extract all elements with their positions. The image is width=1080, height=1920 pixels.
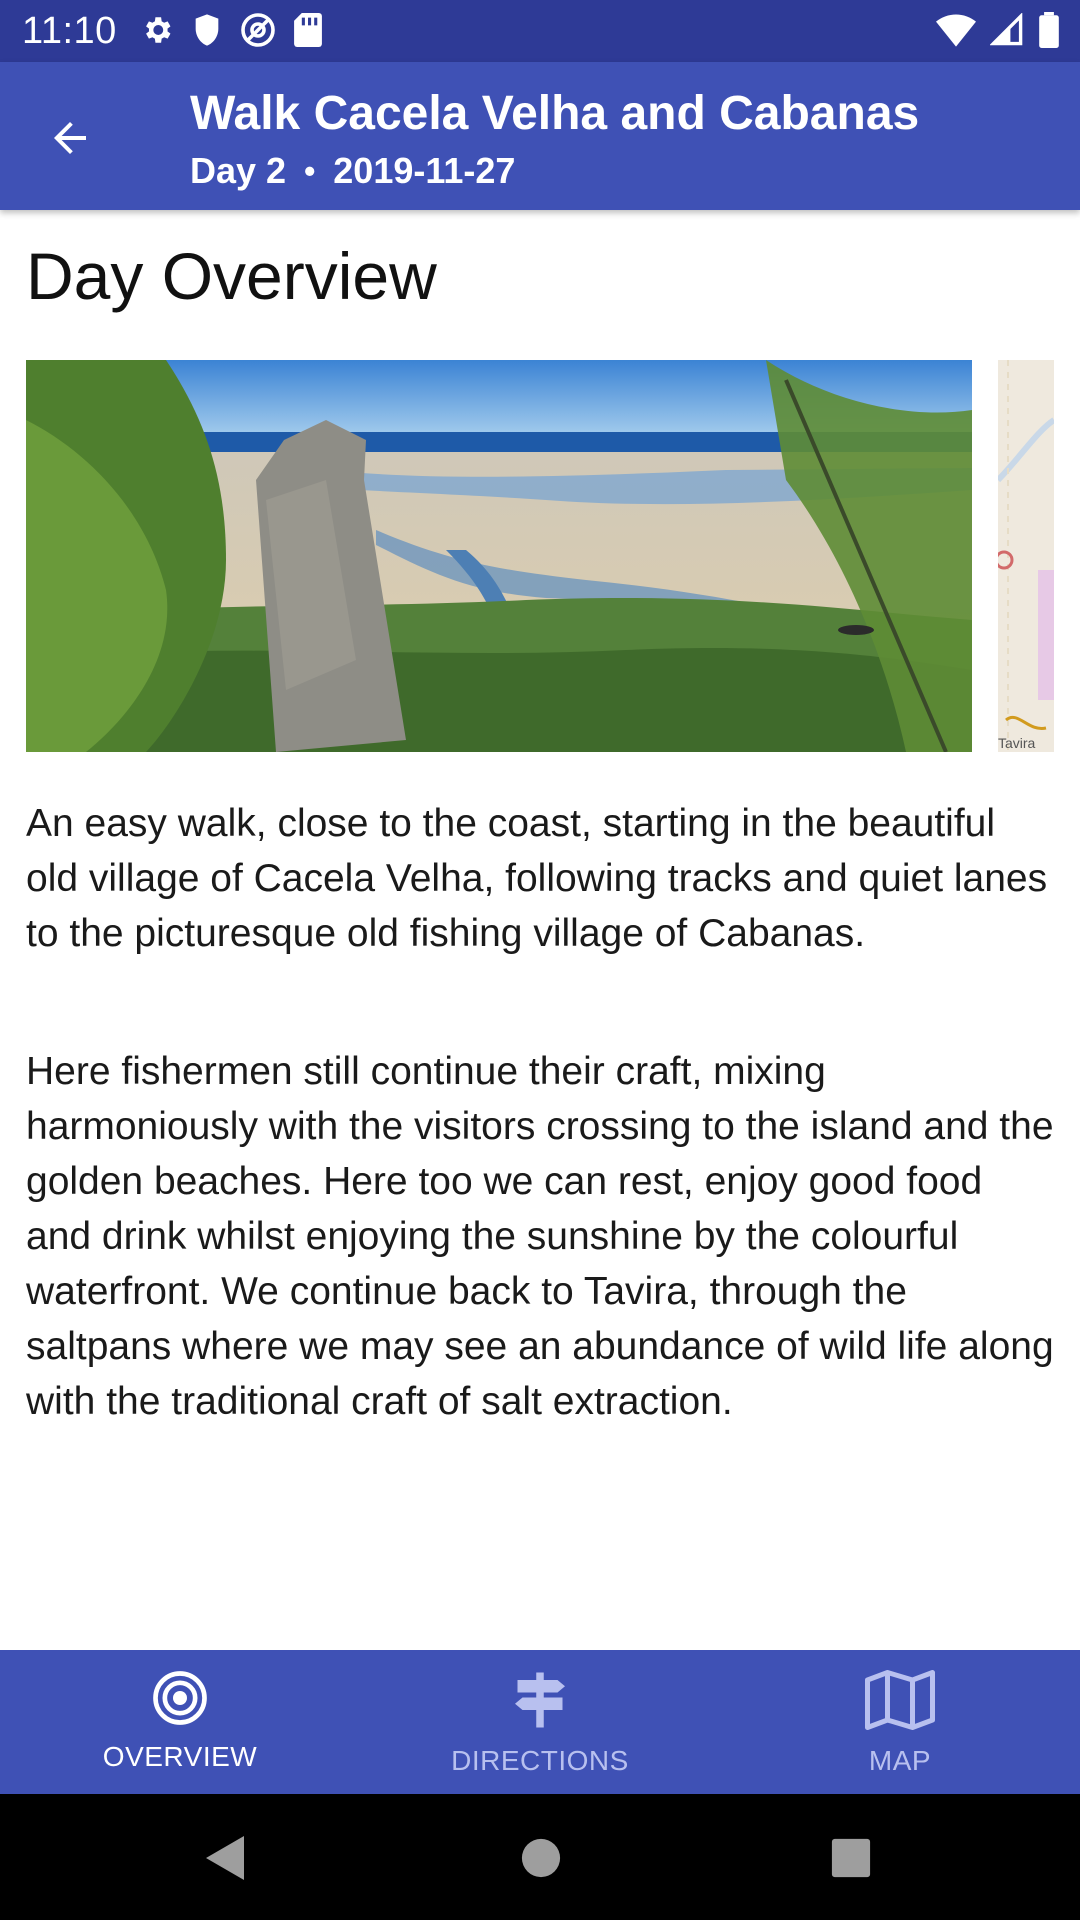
system-back-button[interactable]: [204, 1834, 248, 1887]
status-time: 11:10: [22, 10, 117, 52]
battery-icon: [1038, 12, 1060, 53]
bottom-navigation: OVERVIEW DIRECTIONS MAP: [0, 1650, 1080, 1794]
day-label: Day 2: [190, 150, 287, 191]
day-subtitle: Day 2 • 2019-11-27: [190, 150, 515, 192]
target-icon: [152, 1670, 208, 1731]
gallery-photo-coast[interactable]: [26, 360, 972, 752]
system-navigation-bar: [0, 1794, 1080, 1920]
status-icons-right: [936, 12, 1060, 53]
gallery-map-thumbnail[interactable]: Tavira: [998, 360, 1054, 752]
overview-paragraph-1: An easy walk, close to the coast, starti…: [26, 802, 1048, 955]
image-gallery[interactable]: Tavira: [26, 360, 1080, 752]
back-button[interactable]: [30, 100, 110, 180]
overview-paragraph-2: Here fishermen still continue their craf…: [26, 1050, 1054, 1423]
shield-icon: [192, 13, 222, 52]
app-bar: Walk Cacela Velha and Cabanas Day 2 • 20…: [0, 62, 1080, 210]
page-title: Walk Cacela Velha and Cabanas: [190, 87, 920, 140]
system-recents-button[interactable]: [830, 1834, 872, 1887]
day-date: 2019-11-27: [333, 150, 516, 191]
map-icon: [864, 1670, 936, 1735]
map-thumbnail-label: Tavira: [998, 735, 1036, 751]
separator-dot: •: [304, 152, 316, 189]
at-icon: [240, 12, 276, 53]
screen: 11:10 Walk Cacela Velha and Cabanas Day …: [0, 0, 1080, 1920]
nav-tab-overview[interactable]: OVERVIEW: [0, 1650, 360, 1794]
status-bar: 11:10: [0, 0, 1080, 62]
status-icons-left: [140, 12, 322, 53]
sd-card-icon: [294, 13, 322, 52]
gear-icon: [140, 13, 174, 52]
nav-label-map: MAP: [868, 1745, 932, 1776]
nav-label-directions: DIRECTIONS: [451, 1745, 629, 1776]
nav-tab-map[interactable]: MAP: [720, 1650, 1080, 1794]
section-heading: Day Overview: [26, 239, 437, 313]
wifi-icon: [936, 13, 976, 52]
system-home-button[interactable]: [520, 1834, 562, 1887]
signpost-icon: [510, 1670, 570, 1735]
arrow-back-icon: [46, 114, 94, 167]
overview-content[interactable]: Day Overview Tavira An easy walk, close …: [0, 210, 1080, 1650]
signal-icon: [989, 12, 1024, 52]
nav-tab-directions[interactable]: DIRECTIONS: [360, 1650, 720, 1794]
nav-label-overview: OVERVIEW: [102, 1741, 258, 1772]
